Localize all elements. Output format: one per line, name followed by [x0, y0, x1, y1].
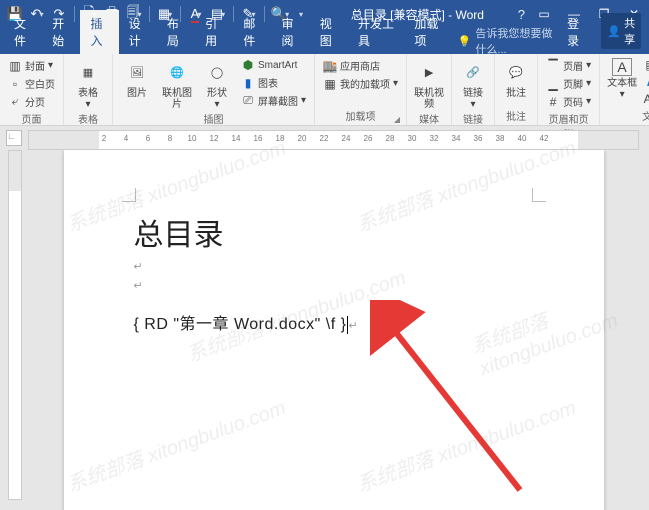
group-label-illustrations: 插图: [119, 110, 308, 128]
tab-home[interactable]: 开始: [42, 10, 80, 54]
comment-icon: 💬: [502, 58, 530, 86]
tab-developer[interactable]: 开发工具: [348, 10, 404, 54]
addins-launcher-icon[interactable]: ◢: [394, 115, 400, 124]
group-label-tables: 表格: [70, 110, 106, 128]
group-media: ▶联机视频 媒体: [407, 54, 452, 125]
group-comments: 💬批注 批注: [495, 54, 538, 125]
text-box-button[interactable]: A文本框▾: [606, 56, 638, 100]
group-label-text: 文本◢: [606, 107, 649, 125]
tab-file[interactable]: 文件: [4, 10, 42, 54]
tell-me-search[interactable]: 💡 告诉我您想要做什么...: [452, 28, 559, 54]
pictures-button[interactable]: 🖼图片: [119, 56, 155, 99]
tab-review[interactable]: 审阅: [272, 10, 310, 54]
ribbon-tabs: 文件 开始 插入 设计 布局 引用 邮件 审阅 视图 开发工具 加载项 💡 告诉…: [0, 28, 649, 54]
document-page[interactable]: 总目录 ↵ ↵ { RD "第一章 Word.docx" \f }↵: [64, 150, 604, 510]
share-button[interactable]: 👤 共享: [601, 13, 641, 49]
tab-selector[interactable]: ∟: [6, 130, 22, 146]
group-header-footer: ▔页眉 ▾ ▁页脚 ▾ #页码 ▾ 页眉和页脚: [538, 54, 600, 125]
shapes-icon: ◯: [203, 58, 231, 86]
lightbulb-icon: 💡: [458, 35, 472, 48]
group-label-pages: 页面: [6, 110, 57, 128]
smartart-button[interactable]: ⬢SmartArt: [239, 57, 308, 73]
document-heading[interactable]: 总目录: [134, 210, 534, 254]
group-links: 🔗链接▾ 链接: [452, 54, 495, 125]
group-label-links: 链接: [458, 110, 488, 128]
tab-view[interactable]: 视图: [310, 10, 348, 54]
horizontal-ruler[interactable]: 24681012141618202224262830323436384042: [28, 130, 639, 150]
page-number-icon: #: [546, 95, 560, 109]
my-addins-button[interactable]: ▦我的加载项 ▾: [321, 75, 400, 92]
page-number-button[interactable]: #页码 ▾: [544, 93, 593, 110]
comment-button[interactable]: 💬批注: [501, 56, 531, 99]
group-illustrations: 🖼图片 🌐联机图片 ◯形状▾ ⬢SmartArt ▮图表 ⎚屏幕截图 ▾ 插图: [113, 54, 315, 125]
chart-button[interactable]: ▮图表: [239, 74, 308, 91]
screenshot-button[interactable]: ⎚屏幕截图 ▾: [239, 92, 308, 109]
page-break-icon: ⤶: [8, 95, 22, 109]
group-text: A文本框▾ ▤▾ A▾ A≡▾ ✒▾ 🕒 ◫▾ 文本◢: [600, 54, 649, 125]
footer-icon: ▁: [546, 77, 560, 91]
chart-icon: ▮: [241, 76, 255, 90]
help-icon[interactable]: ?: [518, 7, 525, 22]
links-button[interactable]: 🔗链接▾: [458, 56, 488, 110]
header-button[interactable]: ▔页眉 ▾: [544, 57, 593, 74]
online-video-button[interactable]: ▶联机视频: [413, 56, 445, 110]
table-icon: ▦: [74, 58, 102, 86]
ribbon-display-icon[interactable]: ▭: [529, 0, 559, 28]
shapes-button[interactable]: ◯形状▾: [199, 56, 235, 110]
group-pages: ▥封面 ▾ ▫空白页 ⤶分页 页面: [0, 54, 64, 125]
addins-icon: ▦: [323, 77, 337, 91]
group-addins: 🏬应用商店 ▦我的加载项 ▾ 加载项◢: [315, 54, 407, 125]
header-icon: ▔: [546, 59, 560, 73]
link-icon: 🔗: [459, 58, 487, 86]
tab-insert[interactable]: 插入: [80, 10, 118, 54]
store-icon: 🏬: [323, 59, 337, 73]
cover-page-icon: ▥: [8, 59, 22, 73]
paragraph-mark: ↵: [134, 260, 534, 273]
group-label-addins: 加载项◢: [321, 107, 400, 125]
drop-cap-button[interactable]: A≡▾: [642, 91, 649, 107]
table-button[interactable]: ▦ 表格▾: [70, 56, 106, 110]
group-label-media: 媒体: [413, 110, 445, 128]
tab-addins[interactable]: 加载项: [404, 10, 451, 54]
blank-page-icon: ▫: [8, 77, 22, 91]
picture-icon: 🖼: [123, 58, 151, 86]
margin-marker-tl: [122, 188, 136, 202]
group-label-comments: 批注: [501, 107, 531, 125]
page-break-button[interactable]: ⤶分页: [6, 93, 57, 110]
login-button[interactable]: 登录: [559, 10, 593, 54]
document-area[interactable]: 总目录 ↵ ↵ { RD "第一章 Word.docx" \f }↵: [28, 150, 639, 510]
vertical-ruler[interactable]: [8, 150, 22, 500]
online-picture-icon: 🌐: [163, 58, 191, 86]
store-button[interactable]: 🏬应用商店: [321, 57, 400, 74]
online-pictures-button[interactable]: 🌐联机图片: [159, 56, 195, 110]
ruler-area: ∟ 24681012141618202224262830323436384042: [0, 126, 649, 150]
qat-font-color-icon[interactable]: A▾: [187, 5, 205, 23]
share-icon: 👤: [607, 25, 621, 38]
quick-parts-icon: ▤: [644, 58, 649, 72]
cover-page-button[interactable]: ▥封面 ▾: [6, 57, 57, 74]
margin-marker-tr: [532, 188, 546, 202]
smartart-icon: ⬢: [241, 58, 255, 72]
textbox-icon: A: [612, 58, 632, 76]
paragraph-mark: ↵: [134, 279, 534, 292]
quick-parts-button[interactable]: ▤▾: [642, 57, 649, 73]
group-tables: ▦ 表格▾ 表格: [64, 54, 113, 125]
footer-button[interactable]: ▁页脚 ▾: [544, 75, 593, 92]
ribbon-insert: ▥封面 ▾ ▫空白页 ⤶分页 页面 ▦ 表格▾ 表格 🖼图片 🌐联机图片 ◯形状…: [0, 54, 649, 126]
field-code-line[interactable]: { RD "第一章 Word.docx" \f }↵: [134, 310, 534, 334]
drop-cap-icon: A≡: [644, 92, 649, 106]
blank-page-button[interactable]: ▫空白页: [6, 75, 57, 92]
video-icon: ▶: [415, 58, 443, 86]
screenshot-icon: ⎚: [241, 94, 255, 108]
wordart-button[interactable]: A▾: [642, 74, 649, 90]
wordart-icon: A: [644, 75, 649, 89]
